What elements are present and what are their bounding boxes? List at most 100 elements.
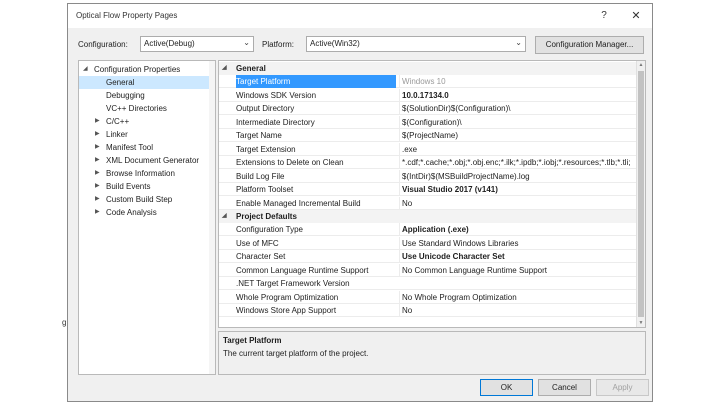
expand-arrow-icon[interactable]: ▶	[95, 115, 100, 128]
tree-item[interactable]: ▶ XML Document Generator	[79, 154, 215, 167]
tree-item-label: XML Document Generator	[106, 156, 200, 165]
cancel-button[interactable]: Cancel	[538, 379, 591, 396]
configuration-dropdown[interactable]: Active(Debug) ⌄	[140, 36, 254, 52]
tree-root-item[interactable]: ◢ Configuration Properties	[79, 63, 215, 76]
apply-button[interactable]: Apply	[596, 379, 649, 396]
grid-scrollbar[interactable]: ▲ ▼	[636, 61, 645, 327]
collapse-arrow-icon[interactable]: ◢	[83, 63, 88, 76]
property-row[interactable]: Output Directory $(SolutionDir)$(Configur…	[219, 102, 645, 115]
property-value[interactable]: $(ProjectName)	[399, 129, 645, 142]
scroll-down-icon[interactable]: ▼	[637, 319, 645, 327]
property-row[interactable]: Target Name $(ProjectName)	[219, 129, 645, 142]
expand-arrow-icon[interactable]: ▶	[95, 193, 100, 206]
collapse-arrow-icon[interactable]: ◢	[222, 62, 227, 75]
property-row[interactable]: Windows Store App Support No	[219, 304, 645, 317]
expand-arrow-icon[interactable]: ▶	[95, 141, 100, 154]
property-value[interactable]: Use Unicode Character Set	[399, 250, 645, 263]
tree-item[interactable]: ▶ C/C++	[79, 115, 215, 128]
property-name: Target Name	[236, 131, 282, 140]
property-value[interactable]: Windows 10	[399, 75, 645, 88]
property-value[interactable]: $(IntDir)$(MSBuildProjectName).log	[399, 169, 645, 183]
property-value[interactable]: Use Standard Windows Libraries	[399, 236, 645, 250]
section-title: Project Defaults	[236, 212, 297, 221]
expand-arrow-icon[interactable]: ▶	[95, 128, 100, 141]
property-value[interactable]: Visual Studio 2017 (v141)	[399, 183, 645, 196]
tree-scrollbar[interactable]	[209, 61, 215, 374]
property-value[interactable]: No	[399, 304, 645, 317]
tree-item-label: Code Analysis	[106, 208, 157, 217]
section-header[interactable]: ◢ General	[219, 62, 645, 75]
property-value[interactable]: Application (.exe)	[399, 223, 645, 236]
configuration-label: Configuration:	[78, 40, 128, 49]
tree-item-label: Build Events	[106, 182, 151, 191]
expand-arrow-icon[interactable]: ▶	[95, 206, 100, 219]
expand-arrow-icon[interactable]: ▶	[95, 167, 100, 180]
property-row[interactable]: Platform Toolset Visual Studio 2017 (v141…	[219, 183, 645, 196]
help-button[interactable]: ?	[592, 8, 616, 24]
property-row[interactable]: Use of MFC Use Standard Windows Libraries	[219, 236, 645, 250]
window-title: Optical Flow Property Pages	[76, 11, 178, 20]
configuration-manager-button[interactable]: Configuration Manager...	[535, 36, 644, 54]
tree-item[interactable]: General	[79, 76, 215, 89]
tree-item[interactable]: ▶ Custom Build Step	[79, 193, 215, 206]
tree-item[interactable]: Debugging	[79, 89, 215, 102]
section-header[interactable]: ◢ Project Defaults	[219, 210, 645, 223]
tree-item[interactable]: VC++ Directories	[79, 102, 215, 115]
property-row[interactable]: Character Set Use Unicode Character Set	[219, 250, 645, 263]
property-value[interactable]: No Whole Program Optimization	[399, 290, 645, 304]
chevron-down-icon: ⌄	[515, 38, 522, 47]
title-bar[interactable]: Optical Flow Property Pages ? ✕	[68, 4, 652, 28]
collapse-arrow-icon[interactable]: ◢	[222, 210, 227, 223]
tree-item[interactable]: ▶ Build Events	[79, 180, 215, 193]
property-row[interactable]: Target Platform Windows 10	[219, 75, 645, 88]
property-name: Whole Program Optimization	[236, 292, 339, 302]
property-row[interactable]: Windows SDK Version 10.0.17134.0	[219, 88, 645, 102]
description-title: Target Platform	[223, 336, 282, 345]
platform-dropdown[interactable]: Active(Win32) ⌄	[306, 36, 526, 52]
property-name: Windows Store App Support	[236, 306, 337, 315]
property-value[interactable]: $(SolutionDir)$(Configuration)\	[399, 102, 645, 115]
property-name: Common Language Runtime Support	[236, 265, 369, 275]
property-value[interactable]: .exe	[399, 142, 645, 156]
close-button[interactable]: ✕	[624, 8, 648, 24]
platform-value: Active(Win32)	[310, 39, 360, 48]
property-row[interactable]: Extensions to Delete on Clean *.cdf;*.cac…	[219, 156, 645, 169]
tree-item-label: Debugging	[106, 91, 145, 100]
property-row[interactable]: Build Log File $(IntDir)$(MSBuildProjectN…	[219, 169, 645, 183]
property-row[interactable]: Target Extension .exe	[219, 142, 645, 156]
category-tree[interactable]: ◢ Configuration Properties General Debugg…	[78, 60, 216, 375]
property-value[interactable]: No	[399, 196, 645, 210]
scroll-up-icon[interactable]: ▲	[637, 61, 645, 69]
tree-item[interactable]: ▶ Manifest Tool	[79, 141, 215, 154]
ok-button[interactable]: OK	[480, 379, 533, 396]
chevron-down-icon: ⌄	[243, 38, 250, 47]
configuration-value: Active(Debug)	[144, 39, 195, 48]
property-name: Extensions to Delete on Clean	[236, 158, 344, 167]
tree-item[interactable]: ▶ Linker	[79, 128, 215, 141]
property-name: Character Set	[236, 252, 286, 261]
property-name: Output Directory	[236, 104, 295, 113]
tree-item[interactable]: ▶ Code Analysis	[79, 206, 215, 219]
property-name: Windows SDK Version	[236, 90, 317, 100]
property-name: .NET Target Framework Version	[236, 279, 350, 288]
property-value[interactable]: $(Configuration)\	[399, 115, 645, 129]
property-grid[interactable]: ◢ General Target Platform Windows 10 Windows…	[218, 60, 646, 328]
scroll-thumb[interactable]	[638, 71, 644, 317]
property-row[interactable]: Common Language Runtime Support No Common…	[219, 263, 645, 277]
property-name: Platform Toolset	[236, 185, 294, 194]
tree-item[interactable]: ▶ Browse Information	[79, 167, 215, 180]
property-name: Build Log File	[236, 171, 285, 181]
property-row[interactable]: .NET Target Framework Version	[219, 277, 645, 290]
property-pages-dialog: Optical Flow Property Pages ? ✕ Configur…	[67, 3, 653, 402]
tree-item-label: Browse Information	[106, 169, 175, 178]
property-value[interactable]: 10.0.17134.0	[399, 88, 645, 102]
property-row[interactable]: Whole Program Optimization No Whole Progr…	[219, 290, 645, 304]
expand-arrow-icon[interactable]: ▶	[95, 154, 100, 167]
property-row[interactable]: Configuration Type Application (.exe)	[219, 223, 645, 236]
property-value[interactable]: No Common Language Runtime Support	[399, 263, 645, 277]
expand-arrow-icon[interactable]: ▶	[95, 180, 100, 193]
property-name: Target Platform	[236, 75, 396, 88]
property-row[interactable]: Enable Managed Incremental Build No	[219, 196, 645, 210]
property-row[interactable]: Intermediate Directory $(Configuration)\	[219, 115, 645, 129]
property-value[interactable]: *.cdf;*.cache;*.obj;*.obj.enc;*.ilk;*.ip…	[399, 156, 645, 169]
